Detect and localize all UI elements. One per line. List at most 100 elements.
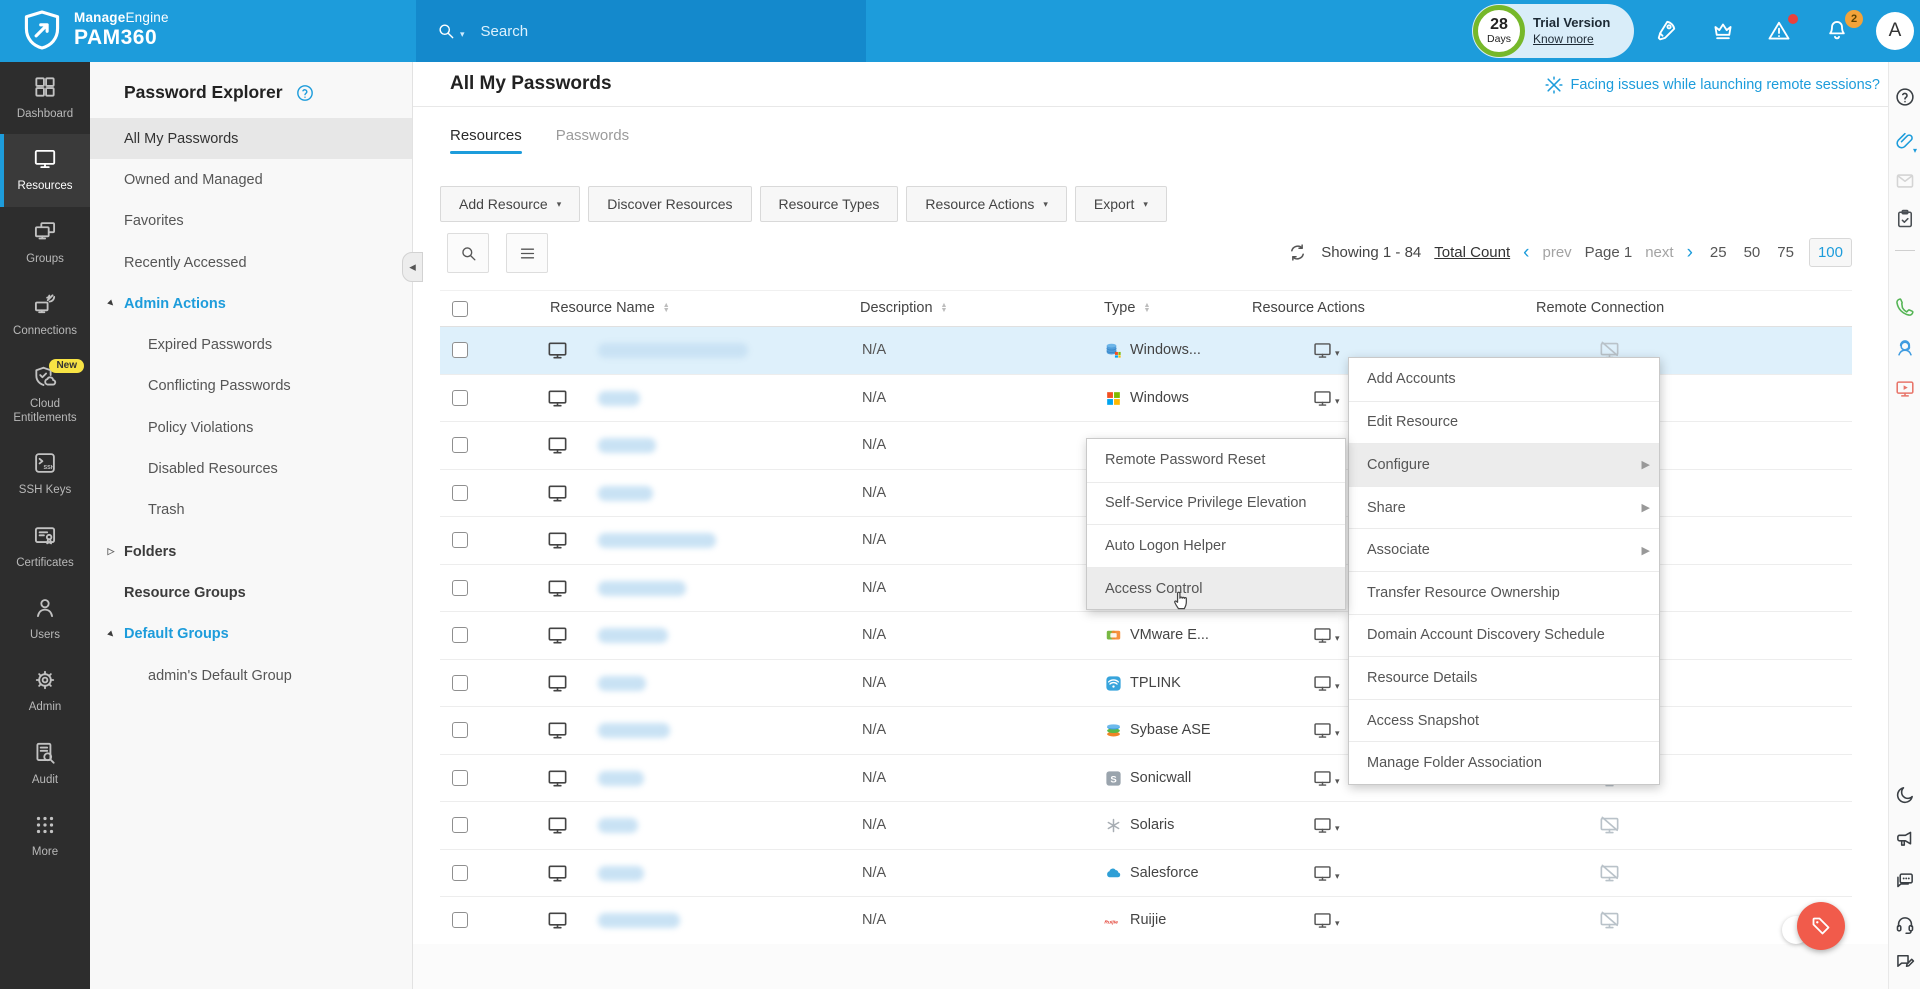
table-row[interactable]: N/ARuijieRuijie▾ — [440, 897, 1852, 945]
collapsed-triangle-icon[interactable]: ▷ — [104, 546, 118, 557]
resource-name-redacted[interactable] — [598, 771, 644, 786]
resource-name-redacted[interactable] — [598, 581, 686, 596]
discover-resources-button[interactable]: Discover Resources — [588, 186, 751, 222]
resource-actions-button[interactable]: Resource Actions▾ — [906, 186, 1066, 222]
sidebar-item-users[interactable]: Users — [0, 583, 90, 655]
tab-passwords[interactable]: Passwords — [556, 127, 629, 154]
page-size-50[interactable]: 50 — [1744, 244, 1761, 261]
page-size-75[interactable]: 75 — [1777, 244, 1794, 261]
row-checkbox[interactable] — [452, 675, 468, 691]
column-header-resource-actions[interactable]: Resource Actions — [1252, 300, 1365, 316]
submenu-item-remote-password-reset[interactable]: Remote Password Reset — [1087, 439, 1345, 482]
help-circle-icon[interactable] — [295, 83, 315, 103]
fab-tag-button[interactable] — [1797, 902, 1845, 950]
tab-resources[interactable]: Resources — [450, 127, 522, 154]
resource-types-button[interactable]: Resource Types — [760, 186, 899, 222]
menu-item-domain-account-discovery-schedule[interactable]: Domain Account Discovery Schedule — [1349, 614, 1659, 657]
row-checkbox[interactable] — [452, 912, 468, 928]
know-more-link[interactable]: Know more — [1533, 32, 1610, 47]
page-size-100[interactable]: 100 — [1809, 238, 1852, 267]
feedback-note-icon[interactable] — [1894, 951, 1916, 973]
resource-actions-dropdown[interactable]: ▾ — [1312, 625, 1340, 646]
explorer-item-resource-groups[interactable]: Resource Groups — [90, 572, 412, 613]
brand-logo[interactable]: ManageEngine PAM360 — [20, 8, 169, 52]
chat-icon[interactable] — [1894, 870, 1916, 892]
row-checkbox[interactable] — [452, 485, 468, 501]
explorer-item-owned-and-managed[interactable]: Owned and Managed — [90, 159, 412, 200]
resource-name-redacted[interactable] — [598, 628, 668, 643]
resource-name-redacted[interactable] — [598, 913, 680, 928]
sidebar-item-groups[interactable]: Groups — [0, 207, 90, 279]
resource-name-redacted[interactable] — [598, 723, 670, 738]
submenu-item-access-control[interactable]: Access Control — [1087, 567, 1345, 610]
help-icon[interactable] — [1894, 86, 1916, 108]
total-count-link[interactable]: Total Count — [1434, 244, 1510, 261]
column-header-type[interactable]: Type▲▼ — [1104, 300, 1150, 316]
headset-icon[interactable] — [1894, 913, 1916, 935]
sidebar-item-dashboard[interactable]: Dashboard — [0, 62, 90, 134]
menu-item-transfer-resource-ownership[interactable]: Transfer Resource Ownership — [1349, 571, 1659, 614]
explorer-item-folders[interactable]: ▷Folders — [90, 531, 412, 572]
resource-name-redacted[interactable] — [598, 343, 748, 358]
sidebar-item-resources[interactable]: Resources — [0, 134, 90, 206]
explorer-item-disabled-resources[interactable]: Disabled Resources — [90, 448, 412, 489]
row-checkbox[interactable] — [452, 437, 468, 453]
global-search[interactable]: ▾ — [416, 0, 866, 62]
resource-name-redacted[interactable] — [598, 438, 656, 453]
menu-item-share[interactable]: Share▶ — [1349, 486, 1659, 529]
menu-item-manage-folder-association[interactable]: Manage Folder Association — [1349, 741, 1659, 784]
row-checkbox[interactable] — [452, 580, 468, 596]
sort-icon[interactable]: ▲▼ — [941, 303, 948, 313]
menu-item-access-snapshot[interactable]: Access Snapshot — [1349, 699, 1659, 742]
column-header-description[interactable]: Description▲▼ — [860, 300, 947, 316]
resource-name-redacted[interactable] — [598, 486, 653, 501]
column-header-resource-name[interactable]: Resource Name▲▼ — [550, 300, 670, 316]
prev-chevron-icon[interactable]: ‹ — [1523, 243, 1529, 262]
search-input[interactable] — [481, 23, 811, 40]
row-checkbox[interactable] — [452, 865, 468, 881]
row-checkbox[interactable] — [452, 627, 468, 643]
row-checkbox[interactable] — [452, 342, 468, 358]
rocket-icon[interactable] — [1653, 18, 1679, 44]
sidebar-item-admin[interactable]: Admin — [0, 655, 90, 727]
resource-actions-dropdown[interactable]: ▾ — [1312, 673, 1340, 694]
row-checkbox[interactable] — [452, 390, 468, 406]
resource-actions-dropdown[interactable]: ▾ — [1312, 720, 1340, 741]
menu-item-edit-resource[interactable]: Edit Resource — [1349, 401, 1659, 444]
monitor-play-icon[interactable] — [1894, 378, 1916, 400]
sidebar-item-connections[interactable]: Connections — [0, 279, 90, 351]
trial-version-badge[interactable]: 28 Days Trial Version Know more — [1472, 4, 1634, 58]
resource-name-redacted[interactable] — [598, 866, 644, 881]
resource-name-redacted[interactable] — [598, 676, 646, 691]
next-button[interactable]: next — [1645, 244, 1673, 261]
crown-icon[interactable] — [1710, 18, 1736, 44]
sort-icon[interactable]: ▲▼ — [663, 303, 670, 313]
column-header-remote-connection[interactable]: Remote Connection — [1536, 300, 1664, 316]
sidebar-item-audit[interactable]: Audit — [0, 728, 90, 800]
explorer-item-expired-passwords[interactable]: Expired Passwords — [90, 324, 412, 365]
expanded-triangle-icon[interactable]: ▸ — [102, 625, 120, 643]
row-checkbox[interactable] — [452, 817, 468, 833]
remote-session-issues-link[interactable]: Facing issues while launching remote ses… — [1544, 75, 1881, 95]
explorer-item-default-groups[interactable]: ▸Default Groups — [90, 614, 412, 655]
menu-item-add-accounts[interactable]: Add Accounts — [1349, 358, 1659, 401]
prev-button[interactable]: prev — [1542, 244, 1571, 261]
next-chevron-icon[interactable]: › — [1687, 243, 1693, 262]
expanded-triangle-icon[interactable]: ▸ — [102, 295, 120, 313]
support-agent-icon[interactable] — [1894, 336, 1916, 358]
refresh-icon[interactable] — [1287, 242, 1308, 263]
table-row[interactable]: N/ASolaris▾ — [440, 802, 1852, 850]
sidebar-item-more[interactable]: More — [0, 800, 90, 872]
resource-actions-dropdown[interactable]: ▾ — [1312, 863, 1340, 884]
resource-actions-dropdown[interactable]: ▾ — [1312, 815, 1340, 836]
clipboard-check-icon[interactable] — [1894, 208, 1916, 230]
resource-actions-dropdown[interactable]: ▾ — [1312, 910, 1340, 931]
resource-actions-dropdown[interactable]: ▾ — [1312, 768, 1340, 789]
resource-actions-dropdown[interactable]: ▾ — [1312, 388, 1340, 409]
explorer-item-policy-violations[interactable]: Policy Violations — [90, 407, 412, 448]
explorer-item-admin-actions[interactable]: ▸Admin Actions — [90, 283, 412, 324]
sidebar-item-cloud-entitlements[interactable]: NewCloud Entitlements — [0, 352, 90, 439]
page-size-25[interactable]: 25 — [1710, 244, 1727, 261]
phone-icon[interactable] — [1894, 298, 1916, 320]
mail-icon[interactable] — [1894, 170, 1916, 192]
